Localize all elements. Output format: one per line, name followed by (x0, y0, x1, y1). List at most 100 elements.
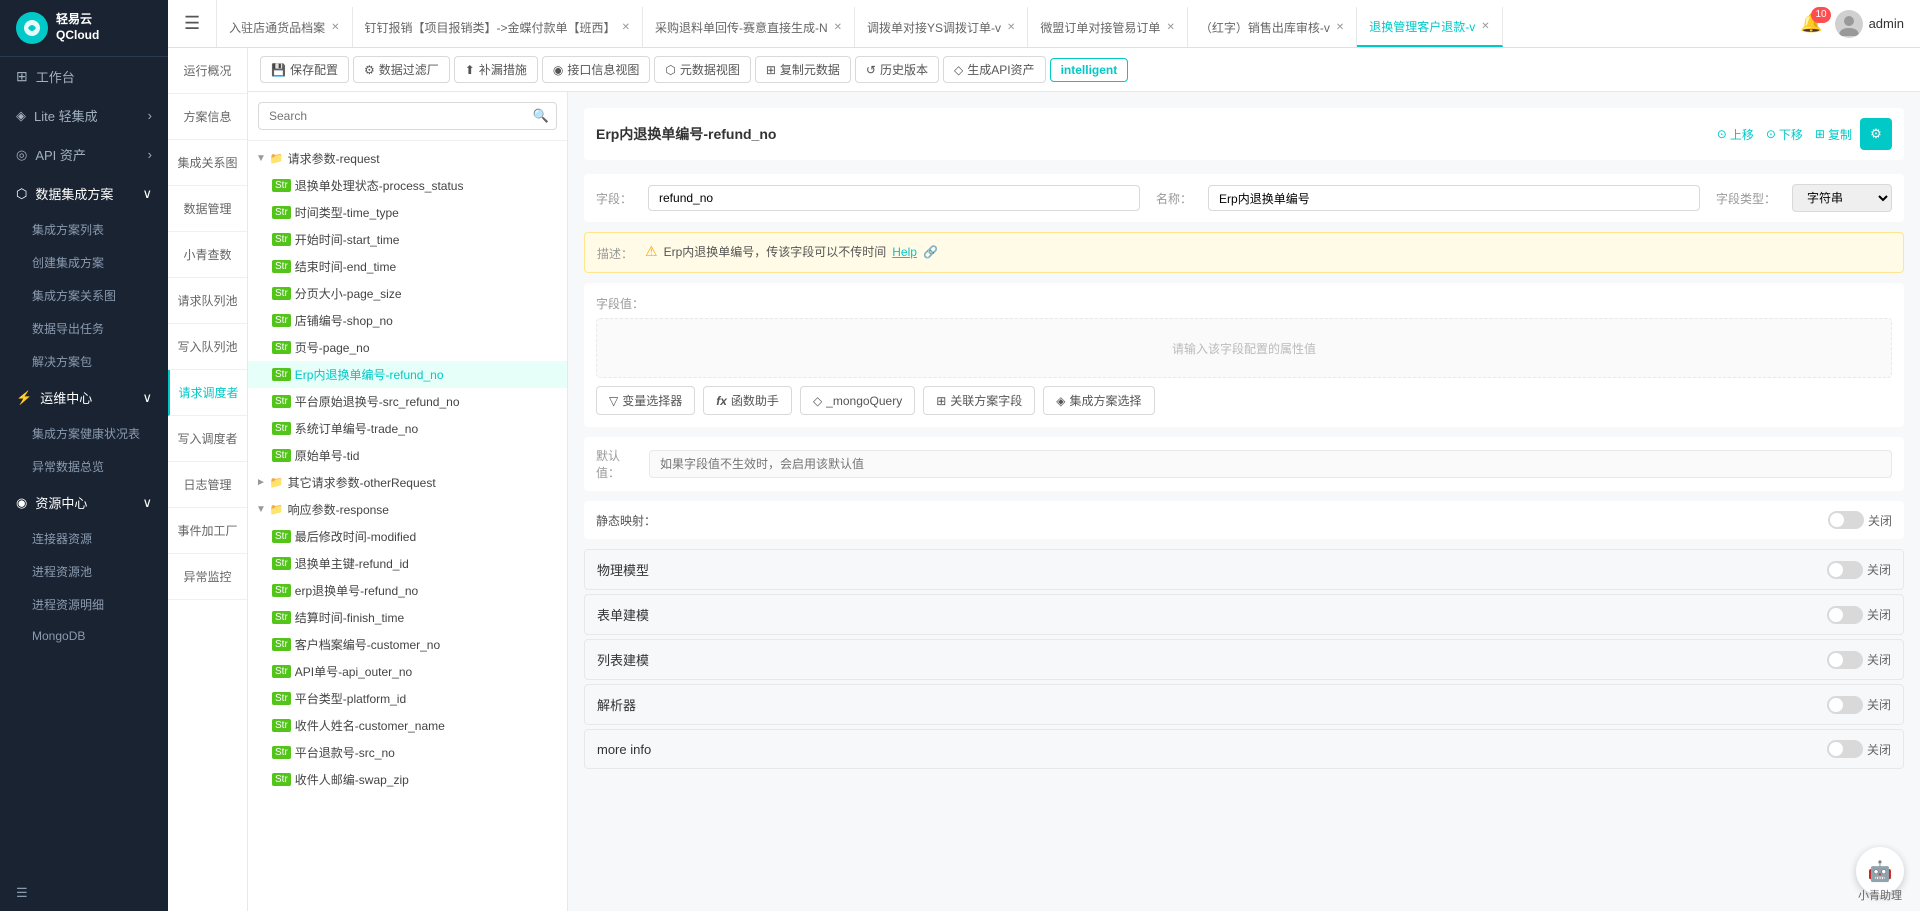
left-nav-plan-info[interactable]: 方案信息 (168, 94, 247, 140)
copy-data-button[interactable]: ⊞ 复制元数据 (755, 56, 851, 83)
related-field-button[interactable]: ⊞ 关联方案字段 (923, 386, 1035, 415)
tab-3[interactable]: 采购退料单回传-赛意直接生成-N ✕ (643, 7, 855, 47)
static-map-toggle-track[interactable] (1828, 511, 1864, 529)
sidebar-group-header-data-integration[interactable]: ⬡ 数据集成方案 ∨ (0, 174, 168, 213)
link-icon[interactable]: 🔗 (923, 245, 938, 259)
sidebar-item-solution-package[interactable]: 解决方案包 (0, 345, 168, 378)
tab-2-close-icon[interactable]: ✕ (622, 22, 630, 33)
up-action[interactable]: ⊙ 上移 (1717, 126, 1754, 143)
data-filter-button[interactable]: ⚙ 数据过滤厂 (353, 56, 450, 83)
tree-node-page-no[interactable]: Str 页号-page_no (248, 334, 567, 361)
tree-node-shop-no[interactable]: Str 店铺编号-shop_no (248, 307, 567, 334)
tab-5-close-icon[interactable]: ✕ (1166, 22, 1174, 33)
tree-node-refund-no[interactable]: Str Erp内退换单编号-refund_no (248, 361, 567, 388)
tab-7-close-icon[interactable]: ✕ (1481, 21, 1489, 32)
left-nav-event-factory[interactable]: 事件加工厂 (168, 508, 247, 554)
name-input[interactable] (1208, 185, 1700, 211)
tree-node-end-time[interactable]: Str 结束时间-end_time (248, 253, 567, 280)
tree-node-finish-time[interactable]: Str 结算时间-finish_time (248, 604, 567, 631)
physical-model-toggle[interactable]: 关闭 (1827, 561, 1891, 579)
save-config-button[interactable]: 💾 保存配置 (260, 56, 349, 83)
sidebar-item-workspace[interactable]: ⊞ 工作台 (0, 57, 168, 96)
left-nav-anomaly-monitor[interactable]: 异常监控 (168, 554, 247, 600)
tree-node-src-no[interactable]: Str 平台退款号-src_no (248, 739, 567, 766)
tree-node-process-status[interactable]: Str 退换单处理状态-process_status (248, 172, 567, 199)
list-build-toggle-track[interactable] (1827, 651, 1863, 669)
left-nav-request-queue[interactable]: 请求队列池 (168, 278, 247, 324)
sidebar-item-data-export[interactable]: 数据导出任务 (0, 312, 168, 345)
tab-4[interactable]: 调拨单对接YS调拨订单-v ✕ (855, 7, 1028, 47)
gen-api-button[interactable]: ◇ 生成API资产 (943, 56, 1046, 83)
left-nav-request-debugger[interactable]: 请求调度者 (168, 370, 247, 416)
search-input[interactable] (258, 102, 557, 130)
settings-button[interactable]: ⚙ (1860, 118, 1892, 150)
integration-select-button[interactable]: ◈ 集成方案选择 (1043, 386, 1154, 415)
list-build-toggle[interactable]: 关闭 (1827, 651, 1891, 669)
default-input[interactable] (649, 450, 1892, 478)
supplement-button[interactable]: ⬆ 补漏措施 (454, 56, 538, 83)
tree-node-time-type[interactable]: Str 时间类型-time_type (248, 199, 567, 226)
left-nav-write-queue[interactable]: 写入队列池 (168, 324, 247, 370)
sidebar-item-health-status[interactable]: 集成方案健康状况表 (0, 417, 168, 450)
tree-node-customer-name[interactable]: Str 收件人姓名-customer_name (248, 712, 567, 739)
tree-node-request-params[interactable]: ▼ 📁 请求参数-request (248, 145, 567, 172)
left-nav-write-debugger[interactable]: 写入调度者 (168, 416, 247, 462)
sidebar-item-anomaly-data[interactable]: 异常数据总览 (0, 450, 168, 483)
tab-3-close-icon[interactable]: ✕ (834, 22, 842, 33)
tab-5[interactable]: 微盟订单对接管易订单 ✕ (1028, 7, 1187, 47)
var-selector-button[interactable]: ▽ 变量选择器 (596, 386, 695, 415)
left-nav-xiao-qing[interactable]: 小青查数 (168, 232, 247, 278)
tab-2[interactable]: 钉钉报销【项目报销类】->金蝶付款单【班西】 ✕ (353, 7, 643, 47)
help-link[interactable]: Help (892, 245, 917, 259)
tab-7[interactable]: 退换管理客户退款-v ✕ (1357, 7, 1502, 47)
tab-6[interactable]: （红字）销售出库审核-v ✕ (1188, 7, 1357, 47)
sidebar-item-process-pool[interactable]: 进程资源池 (0, 555, 168, 588)
meta-view-button[interactable]: ⬡ 元数据视图 (654, 56, 751, 83)
more-info-toggle-track[interactable] (1827, 740, 1863, 758)
tree-node-platform-id[interactable]: Str 平台类型-platform_id (248, 685, 567, 712)
left-nav-data-mgmt[interactable]: 数据管理 (168, 186, 247, 232)
copy-action[interactable]: ⊞ 复制 (1815, 126, 1852, 143)
tab-4-close-icon[interactable]: ✕ (1007, 22, 1015, 33)
tab-1[interactable]: 入驻店通货品档案 ✕ (217, 7, 352, 47)
func-helper-button[interactable]: fx 函数助手 (703, 386, 792, 415)
sidebar-item-integration-list[interactable]: 集成方案列表 (0, 213, 168, 246)
tree-node-erp-refund-no[interactable]: Str erp退换单号-refund_no (248, 577, 567, 604)
left-nav-integration-map[interactable]: 集成关系图 (168, 140, 247, 186)
sidebar-group-header-resource[interactable]: ◉ 资源中心 ∨ (0, 483, 168, 522)
mongo-query-button[interactable]: ◇ _mongoQuery (800, 386, 915, 415)
intelligent-button[interactable]: intelligent (1050, 58, 1129, 82)
down-action[interactable]: ⊙ 下移 (1766, 126, 1803, 143)
left-nav-overview[interactable]: 运行概况 (168, 48, 247, 94)
interface-view-button[interactable]: ◉ 接口信息视图 (542, 56, 651, 83)
tree-node-api-outer-no[interactable]: Str API单号-api_outer_no (248, 658, 567, 685)
sidebar-item-mongodb[interactable]: MongoDB (0, 621, 168, 651)
sidebar-collapse-btn[interactable]: ☰ (0, 875, 168, 911)
tree-node-modified[interactable]: Str 最后修改时间-modified (248, 523, 567, 550)
tab-6-close-icon[interactable]: ✕ (1336, 22, 1344, 33)
parser-toggle-track[interactable] (1827, 696, 1863, 714)
sidebar-item-create-integration[interactable]: 创建集成方案 (0, 246, 168, 279)
tree-node-customer-no[interactable]: Str 客户档案编号-customer_no (248, 631, 567, 658)
sidebar-item-integration-relation[interactable]: 集成方案关系图 (0, 279, 168, 312)
hamburger-icon[interactable]: ☰ (184, 13, 200, 34)
user-info[interactable]: admin (1835, 10, 1904, 38)
notification-bell[interactable]: 🔔 10 (1800, 13, 1822, 34)
tree-node-start-time[interactable]: Str 开始时间-start_time (248, 226, 567, 253)
tree-node-trade-no[interactable]: Str 系统订单编号-trade_no (248, 415, 567, 442)
sidebar-item-connector[interactable]: 连接器资源 (0, 522, 168, 555)
field-input[interactable] (648, 185, 1140, 211)
tree-node-src-refund-no[interactable]: Str 平台原始退换号-src_refund_no (248, 388, 567, 415)
sidebar-group-header-ops[interactable]: ⚡ 运维中心 ∨ (0, 378, 168, 417)
left-nav-log-mgmt[interactable]: 日志管理 (168, 462, 247, 508)
tree-node-swap-zip[interactable]: Str 收件人邮编-swap_zip (248, 766, 567, 793)
form-build-toggle-track[interactable] (1827, 606, 1863, 624)
tree-node-response[interactable]: ▼ 📁 响应参数-response (248, 496, 567, 523)
type-select[interactable]: 字符串 (1792, 184, 1892, 212)
form-build-toggle[interactable]: 关闭 (1827, 606, 1891, 624)
sidebar-item-process-detail[interactable]: 进程资源明细 (0, 588, 168, 621)
tab-1-close-icon[interactable]: ✕ (331, 22, 339, 33)
parser-toggle[interactable]: 关闭 (1827, 696, 1891, 714)
history-button[interactable]: ↺ 历史版本 (855, 56, 939, 83)
sidebar-group-header-api[interactable]: ◎ API 资产 › (0, 135, 168, 174)
